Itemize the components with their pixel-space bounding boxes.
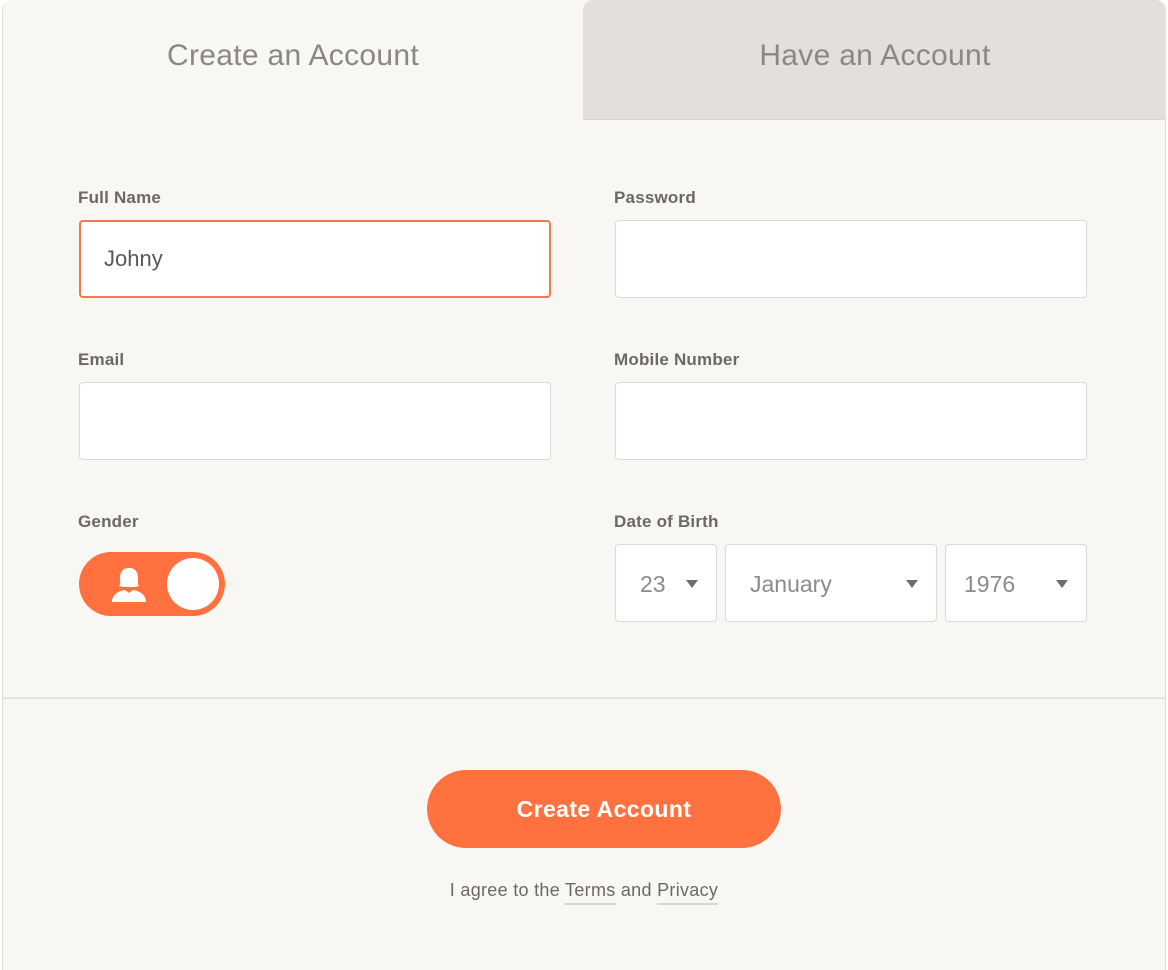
chevron-down-icon — [906, 580, 918, 588]
agree-prefix: I agree to the — [449, 880, 566, 900]
tab-have-account[interactable]: Have an Account — [583, 0, 1165, 120]
gender-label: Gender — [78, 512, 139, 531]
password-input[interactable] — [615, 220, 1087, 298]
dob-month-value: January — [750, 571, 832, 597]
dob-year-value: 1976 — [964, 571, 1016, 597]
date-of-birth-label: Date of Birth — [614, 512, 719, 531]
terms-agreement: I agree to the Terms and Privacy — [3, 880, 1165, 905]
password-label: Password — [614, 188, 696, 207]
chevron-down-icon — [1056, 580, 1068, 588]
signup-card: Create an Account Have an Account Full N… — [2, 0, 1166, 970]
tab-bar: Create an Account Have an Account — [3, 0, 1165, 120]
full-name-input[interactable] — [79, 220, 551, 298]
tab-create-account[interactable]: Create an Account — [3, 0, 583, 120]
full-name-label: Full Name — [78, 188, 162, 207]
chevron-down-icon — [686, 580, 698, 588]
terms-link[interactable]: Terms — [565, 880, 616, 905]
privacy-link[interactable]: Privacy — [657, 880, 719, 905]
section-divider — [3, 697, 1165, 699]
toggle-knob — [167, 558, 219, 610]
dob-day-value: 23 — [640, 571, 666, 597]
mobile-number-label: Mobile Number — [614, 350, 740, 369]
dob-year-select[interactable]: 1976 — [945, 544, 1087, 622]
agree-and: and — [615, 880, 658, 900]
gender-toggle[interactable] — [79, 552, 225, 616]
dob-month-select[interactable]: January — [725, 544, 937, 622]
create-account-button[interactable]: Create Account — [427, 770, 781, 848]
dob-day-select[interactable]: 23 — [615, 544, 717, 622]
email-input[interactable] — [79, 382, 551, 460]
mobile-number-input[interactable] — [615, 382, 1087, 460]
female-person-icon — [112, 568, 146, 602]
email-label: Email — [78, 350, 125, 369]
